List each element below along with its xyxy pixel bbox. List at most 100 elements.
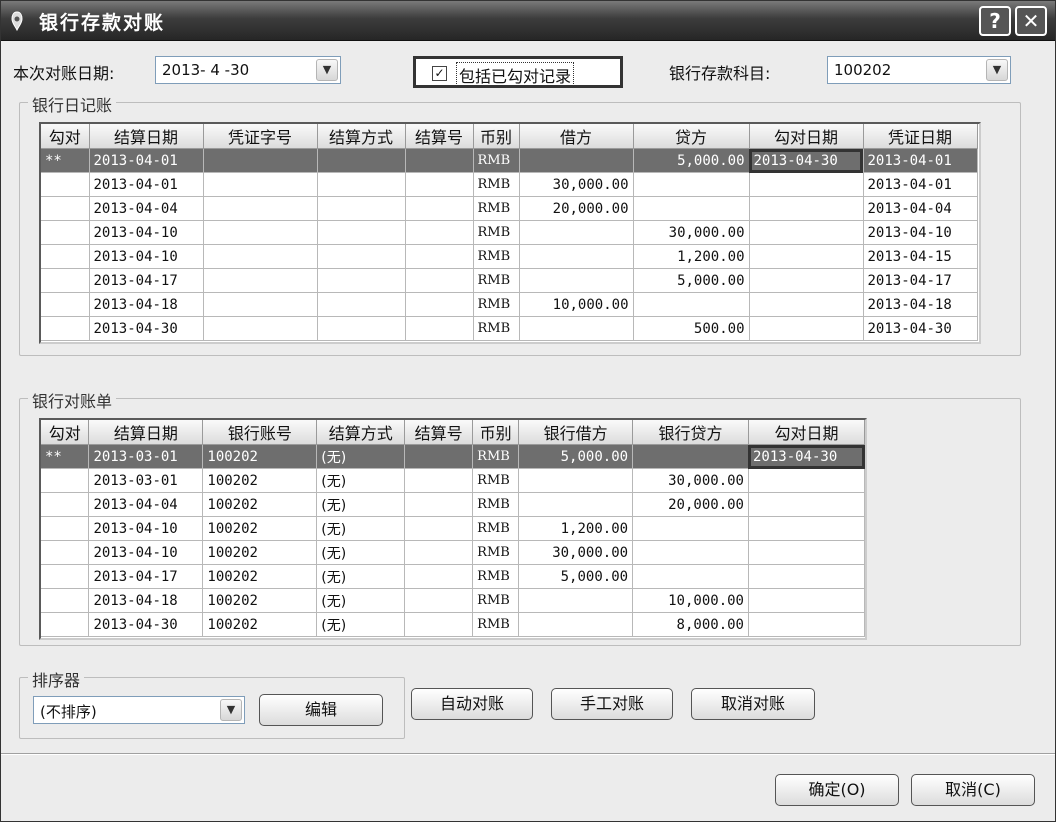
statement-row[interactable]: 2013-04-17 100202 (无) RMB 5,000.00 xyxy=(41,564,865,589)
journal-cell[interactable] xyxy=(317,316,406,341)
help-button[interactable]: ? xyxy=(979,6,1011,36)
journal-cell[interactable]: 2013-04-01 xyxy=(863,172,978,197)
statement-cell[interactable] xyxy=(404,492,474,517)
journal-col-header[interactable]: 勾对 xyxy=(41,124,90,149)
statement-cell[interactable] xyxy=(632,540,749,565)
journal-cell[interactable]: 2013-04-01 xyxy=(863,148,978,173)
statement-row[interactable]: 2013-03-01 100202 (无) RMB 30,000.00 xyxy=(41,468,865,493)
journal-col-header[interactable]: 贷方 xyxy=(633,124,750,149)
statement-cell[interactable] xyxy=(41,468,90,493)
statement-cell[interactable] xyxy=(748,588,865,613)
statement-cell[interactable]: RMB xyxy=(472,468,520,493)
journal-cell[interactable]: 2013-04-04 xyxy=(89,196,204,221)
journal-cell[interactable] xyxy=(633,196,750,221)
journal-cell[interactable]: 10,000.00 xyxy=(519,292,634,317)
statement-col-header[interactable]: 银行借方 xyxy=(518,420,634,445)
statement-cell[interactable] xyxy=(518,492,634,517)
journal-cell[interactable] xyxy=(405,220,474,245)
journal-cell[interactable]: 2013-04-10 xyxy=(89,220,204,245)
statement-cell[interactable] xyxy=(632,444,749,469)
journal-col-header[interactable]: 结算日期 xyxy=(89,124,204,149)
journal-cell[interactable] xyxy=(405,196,474,221)
statement-cell[interactable]: 2013-04-10 xyxy=(88,540,204,565)
statement-cell[interactable] xyxy=(404,564,474,589)
statement-cell[interactable]: 100202 xyxy=(202,612,318,637)
statement-row[interactable]: 2013-04-10 100202 (无) RMB 30,000.00 xyxy=(41,540,865,565)
statement-cell[interactable] xyxy=(404,468,474,493)
statement-cell[interactable] xyxy=(41,540,90,565)
journal-cell[interactable]: RMB xyxy=(473,292,520,317)
statement-cell[interactable]: 8,000.00 xyxy=(632,612,749,637)
journal-cell[interactable]: 2013-04-18 xyxy=(863,292,978,317)
journal-row[interactable]: 2013-04-04 RMB 20,000.00 2013-04-04 xyxy=(41,196,978,221)
journal-row[interactable]: 2013-04-10 RMB 30,000.00 2013-04-10 xyxy=(41,220,978,245)
journal-col-header[interactable]: 借方 xyxy=(519,124,634,149)
statement-cell[interactable]: ** xyxy=(41,444,90,469)
journal-cell[interactable] xyxy=(405,316,474,341)
journal-cell[interactable]: 2013-04-17 xyxy=(89,268,204,293)
statement-cell[interactable] xyxy=(518,588,634,613)
statement-cell[interactable]: 2013-04-18 xyxy=(88,588,204,613)
statement-col-header[interactable]: 结算号 xyxy=(404,420,474,445)
journal-cell[interactable]: RMB xyxy=(473,172,520,197)
statement-cell[interactable]: (无) xyxy=(316,492,406,517)
statement-cell[interactable]: 20,000.00 xyxy=(632,492,749,517)
journal-cell[interactable]: 2013-04-10 xyxy=(863,220,978,245)
journal-cell[interactable] xyxy=(203,220,318,245)
statement-cell[interactable] xyxy=(748,516,865,541)
cancel-button[interactable]: 取消(C) xyxy=(911,774,1035,806)
statement-cell[interactable] xyxy=(41,516,90,541)
ok-button[interactable]: 确定(O) xyxy=(775,774,899,806)
journal-cell[interactable]: 500.00 xyxy=(633,316,750,341)
statement-cell[interactable]: (无) xyxy=(316,540,406,565)
journal-cell[interactable]: RMB xyxy=(473,148,520,173)
journal-cell[interactable] xyxy=(749,196,864,221)
statement-cell[interactable]: (无) xyxy=(316,612,406,637)
statement-cell[interactable]: (无) xyxy=(316,588,406,613)
statement-cell[interactable] xyxy=(404,444,474,469)
journal-cell[interactable] xyxy=(41,220,90,245)
journal-cell[interactable] xyxy=(405,244,474,269)
journal-cell[interactable] xyxy=(405,148,474,173)
journal-cell[interactable]: 30,000.00 xyxy=(633,220,750,245)
statement-cell[interactable]: 2013-04-17 xyxy=(88,564,204,589)
statement-cell[interactable]: 2013-04-04 xyxy=(88,492,204,517)
journal-cell[interactable] xyxy=(749,316,864,341)
statement-cell[interactable]: RMB xyxy=(472,564,520,589)
journal-cell[interactable]: RMB xyxy=(473,316,520,341)
journal-cell[interactable]: RMB xyxy=(473,244,520,269)
journal-cell[interactable] xyxy=(203,268,318,293)
journal-cell[interactable]: 2013-04-01 xyxy=(89,172,204,197)
statement-cell[interactable]: RMB xyxy=(472,612,520,637)
journal-row[interactable]: 2013-04-17 RMB 5,000.00 2013-04-17 xyxy=(41,268,978,293)
statement-cell[interactable] xyxy=(41,564,90,589)
journal-cell[interactable]: 2013-04-18 xyxy=(89,292,204,317)
statement-cell[interactable]: RMB xyxy=(472,588,520,613)
journal-cell[interactable] xyxy=(203,196,318,221)
statement-cell[interactable] xyxy=(632,564,749,589)
journal-cell[interactable] xyxy=(633,172,750,197)
statement-row[interactable]: 2013-04-30 100202 (无) RMB 8,000.00 xyxy=(41,612,865,637)
journal-cell[interactable] xyxy=(633,292,750,317)
journal-cell[interactable] xyxy=(317,172,406,197)
statement-cell[interactable]: 100202 xyxy=(202,444,318,469)
statement-cell[interactable] xyxy=(404,540,474,565)
statement-cell[interactable] xyxy=(748,612,865,637)
journal-cell[interactable] xyxy=(749,172,864,197)
statement-row[interactable]: ** 2013-03-01 100202 (无) RMB 5,000.00 2013-04-… xyxy=(41,444,865,469)
journal-col-header[interactable]: 凭证日期 xyxy=(863,124,978,149)
statement-cell[interactable] xyxy=(404,612,474,637)
journal-cell[interactable] xyxy=(317,292,406,317)
journal-cell[interactable] xyxy=(405,172,474,197)
journal-row[interactable]: 2013-04-18 RMB 10,000.00 2013-04-18 xyxy=(41,292,978,317)
journal-cell[interactable]: 30,000.00 xyxy=(519,172,634,197)
journal-cell[interactable] xyxy=(41,316,90,341)
statement-cell[interactable]: 1,200.00 xyxy=(518,516,634,541)
statement-col-header[interactable]: 结算方式 xyxy=(316,420,406,445)
statement-cell[interactable]: 2013-04-10 xyxy=(88,516,204,541)
statement-cell[interactable]: 100202 xyxy=(202,588,318,613)
statement-cell[interactable]: (无) xyxy=(316,468,406,493)
statement-row[interactable]: 2013-04-18 100202 (无) RMB 10,000.00 xyxy=(41,588,865,613)
statement-row[interactable]: 2013-04-04 100202 (无) RMB 20,000.00 xyxy=(41,492,865,517)
journal-cell[interactable] xyxy=(405,268,474,293)
